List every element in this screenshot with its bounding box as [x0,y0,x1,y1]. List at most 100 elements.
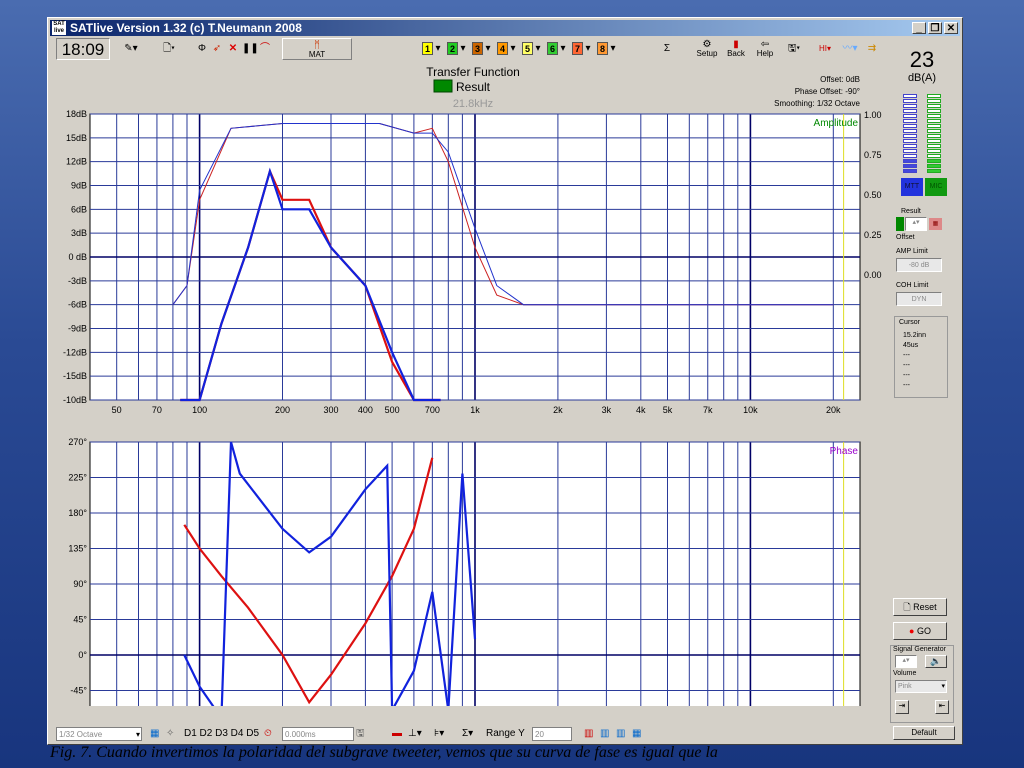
phase-icon[interactable]: Φ [195,39,209,59]
main-toolbar: 18:09 ✎▾ 🗋▾ Φ ➶ ✕ ❚❚ ⌒ ᛗ MAT 1 ▾ 2 ▾ 3 ▾ 4 ▾ 5 ▾ 6 ▾… [50,38,960,62]
clock-icon[interactable]: ⏲ [264,725,272,743]
delay-save-icon[interactable]: 🖫 [356,725,365,743]
minimize-button[interactable]: _ [912,22,926,34]
meter-segment [927,134,941,138]
back-button[interactable]: ▮ Back [723,40,749,59]
chart-title: Amplitude [814,118,859,129]
y-tick-label: 6dB [71,204,87,214]
y-tick-label: 12dB [66,157,87,167]
channel-button-4[interactable]: 4 [497,42,508,55]
prev-icon[interactable]: ⇥ [895,700,909,714]
channel-dropdown-icon[interactable]: ▾ [484,39,492,59]
meter-segment [903,109,917,113]
new-file-icon[interactable]: 🗋▾ [158,39,180,59]
plot-area: Transfer Function Result 21.8kHz Offset:… [63,66,882,706]
settings-icon[interactable]: ✧ [166,725,174,743]
meter-segment [927,154,941,158]
cursor-readout: 15.2inn 45us --- --- --- --- [903,331,926,391]
meter-segment [927,144,941,148]
meter-segment [927,99,941,103]
amp-limit-field[interactable]: -80 dB [896,258,942,272]
channel-dropdown-icon[interactable]: ▾ [509,39,517,59]
x-tick-label: 1k [470,405,480,415]
channel-dropdown-icon[interactable]: ▾ [584,39,592,59]
speaker-icon[interactable]: 🔈 [925,655,947,668]
result-color-icon[interactable]: ▦ [929,218,942,230]
save-icon[interactable]: 🖫▾ [785,39,803,59]
axis-icon[interactable]: ⊥▾ [408,725,422,743]
scale-icon[interactable]: ⊧▾ [434,725,444,743]
title-bar: SAT live SATlive Version 1.32 (c) T.Neuma… [50,20,960,36]
curve-icon[interactable]: ⌒ [258,39,272,59]
clear-icon[interactable]: ✕ [226,39,240,59]
app-icon: SAT live [52,21,66,35]
restore-button[interactable]: ❐ [928,22,942,34]
y-tick-label: 0° [78,650,87,660]
chart-icon[interactable]: ▬ [392,725,402,743]
cursor-value: 15.2inn [903,332,926,339]
channel-button-1[interactable]: 1 [422,42,433,55]
amplitude-chart[interactable]: 18dB 15dB 12dB 9dB 6dB 3dB 0 dB -3dB -6dB -9dB -12… [63,109,882,415]
x-tick-label: 700 [425,405,440,415]
next-icon[interactable]: ⇤ [935,700,949,714]
meter-segment [927,124,941,128]
arrows-icon[interactable]: ⇉ [865,39,879,59]
channel-button-8[interactable]: 8 [597,42,608,55]
bars-icon[interactable]: ▥ [584,725,593,743]
close-button[interactable]: ✕ [944,22,958,34]
cursor-label: Cursor [899,319,921,326]
phase-chart[interactable]: 270°225°180°135°90°45°0°-45°-90°50701002… [68,437,861,706]
bars2-icon[interactable]: ▥ [600,725,609,743]
channel-button-7[interactable]: 7 [572,42,583,55]
meter-left-label: MTT [901,178,923,196]
channel-buttons[interactable]: D1 D2 D3 D4 D5 [184,725,259,743]
channel-button-6[interactable]: 6 [547,42,558,55]
y-tick-label: 180° [68,508,87,518]
result-spin[interactable]: ▴▾ [905,217,927,231]
meter-segment [903,99,917,103]
signal-level-spin[interactable]: ▴▾ [895,655,917,668]
channel-button-2[interactable]: 2 [447,42,458,55]
sigma-button[interactable]: Σ [658,39,676,59]
wave-icon[interactable]: 〰▾ [840,39,860,59]
sum-icon[interactable]: Σ▾ [462,725,473,743]
channel-dropdown-icon[interactable]: ▾ [534,39,542,59]
mat-button[interactable]: ᛗ MAT [282,38,352,60]
hi-icon[interactable]: HI▾ [815,39,835,59]
setup-button[interactable]: ⚙ Setup [694,40,720,59]
cursor-value: --- [903,362,910,369]
x-tick-label: 7k [703,405,713,415]
cursor-value: --- [903,372,910,379]
coh-limit-field[interactable]: DYN [896,292,942,306]
go-button[interactable]: ● GO [893,622,947,640]
arrow-icon[interactable]: ➶ [210,39,224,59]
bars3-icon[interactable]: ▥ [616,725,625,743]
reset-button[interactable]: 🗋 Reset [893,598,947,616]
channel-dropdown-icon[interactable]: ▾ [434,39,442,59]
channel-dropdown-icon[interactable]: ▾ [459,39,467,59]
delay-field[interactable]: 0.000ms [282,727,354,741]
x-tick-label: 500 [385,405,400,415]
channel-button-5[interactable]: 5 [522,42,533,55]
legend-swatch [433,79,453,93]
meter-segment [927,159,941,163]
smoothing-select[interactable]: 1/32 Octave ▾ [56,727,142,741]
pause-icon[interactable]: ❚❚ [242,39,259,59]
range-field[interactable]: 20 [532,727,572,741]
bars4-icon[interactable]: ▦ [632,725,641,743]
signal-generator-label: Signal Generator [893,646,946,653]
legend-label: Result [456,80,491,94]
figure-caption: Fig. 7. Cuando invertimos la polaridad d… [50,744,718,761]
grid-icon[interactable]: ▦ [150,725,159,743]
result-controls[interactable]: ▴▾ ▦ [896,217,942,231]
x-tick-label: 5k [663,405,673,415]
help-button[interactable]: ⇦ Help [752,40,778,59]
volume-select[interactable]: Pink ▾ [895,680,947,693]
channel-button-3[interactable]: 3 [472,42,483,55]
channel-dropdown-icon[interactable]: ▾ [559,39,567,59]
channel-dropdown-icon[interactable]: ▾ [609,39,617,59]
dropdown-icon: ▾ [135,730,140,739]
wrench-icon[interactable]: ✎▾ [120,39,142,59]
x-tick-label: 300 [323,405,338,415]
meter-segment [903,104,917,108]
